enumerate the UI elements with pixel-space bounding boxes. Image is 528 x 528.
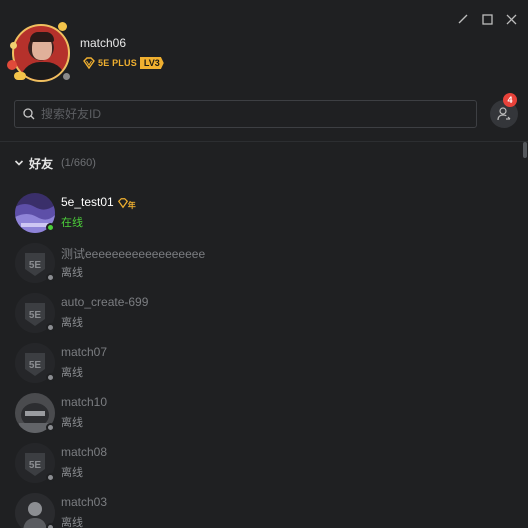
group-name: 好友 [29, 156, 54, 171]
friend-status: 离线 [61, 517, 83, 528]
header-divider [0, 141, 528, 142]
svg-text:5E: 5E [29, 360, 42, 371]
friend-status: 离线 [61, 417, 83, 429]
level-label: LV3 [139, 57, 164, 69]
group-count: (1/660) [61, 157, 96, 169]
friend-status: 离线 [61, 467, 83, 479]
offline-status-dot [46, 473, 55, 482]
friend-status: 在线 [61, 217, 83, 229]
friend-name: match03 [61, 495, 108, 509]
svg-text:5E: 5E [29, 460, 42, 471]
friend-item[interactable]: match10 离线 [0, 386, 520, 436]
chevron-down-icon [14, 160, 24, 166]
friend-name: 5e_test01 [61, 195, 114, 210]
user-status-dot [61, 71, 72, 82]
friend-name: match07 [61, 345, 108, 359]
friend-item[interactable]: match03 离线 [0, 486, 520, 528]
minimize-icon[interactable] [456, 12, 470, 26]
offline-status-dot [46, 373, 55, 382]
friend-name: auto_create-699 [61, 295, 149, 309]
friend-status: 离线 [61, 267, 83, 279]
user-avatar[interactable] [7, 20, 74, 86]
online-status-dot [46, 223, 55, 232]
diamond-icon [83, 57, 95, 70]
friend-item[interactable]: 5E 测试eeeeeeeeeeeeeeeeee 离线 [0, 236, 520, 286]
username: match06 [80, 36, 127, 50]
friend-search-box[interactable] [14, 100, 477, 128]
plus-label: 5E PLUS [98, 58, 137, 68]
scrollbar-thumb[interactable] [523, 142, 527, 158]
friend-status: 离线 [61, 367, 83, 379]
friend-item[interactable]: 5E match07 离线 [0, 336, 520, 386]
offline-status-dot [46, 523, 55, 528]
offline-status-dot [46, 273, 55, 282]
friend-item[interactable]: 5E auto_create-699 离线 [0, 286, 520, 336]
friend-name: match08 [61, 445, 108, 459]
add-user-icon [497, 107, 511, 121]
year-badge-label: 年 [127, 201, 136, 210]
friend-status: 离线 [61, 317, 83, 329]
friend-name: match10 [61, 395, 108, 409]
friend-item[interactable]: 5e_test01 年 在线 [0, 186, 520, 236]
plus-level-badge[interactable]: 5E PLUS LV3 [82, 56, 164, 70]
maximize-icon[interactable] [480, 12, 494, 26]
profile-header: match06 5E PLUS LV3 [7, 18, 308, 88]
friend-group-header[interactable]: 好友 (1/660) [14, 155, 96, 171]
year-badge: 年 [117, 195, 136, 211]
friend-list: 5e_test01 年 在线 5E 测试eeeeeeeeeeeeeeeeee 离线… [0, 186, 520, 528]
window-controls [456, 12, 518, 26]
close-icon[interactable] [504, 12, 518, 26]
offline-status-dot [46, 423, 55, 432]
search-icon [23, 108, 35, 120]
offline-status-dot [46, 323, 55, 332]
notification-badge: 4 [503, 93, 517, 107]
search-input[interactable] [41, 107, 441, 121]
scrollbar[interactable] [522, 142, 528, 528]
friend-item[interactable]: 5E match08 离线 [0, 436, 520, 486]
friend-name-row: 5e_test01 年 [61, 195, 136, 211]
friend-name: 测试eeeeeeeeeeeeeeeeee [61, 247, 206, 261]
svg-text:5E: 5E [29, 310, 42, 321]
svg-text:5E: 5E [29, 260, 42, 271]
